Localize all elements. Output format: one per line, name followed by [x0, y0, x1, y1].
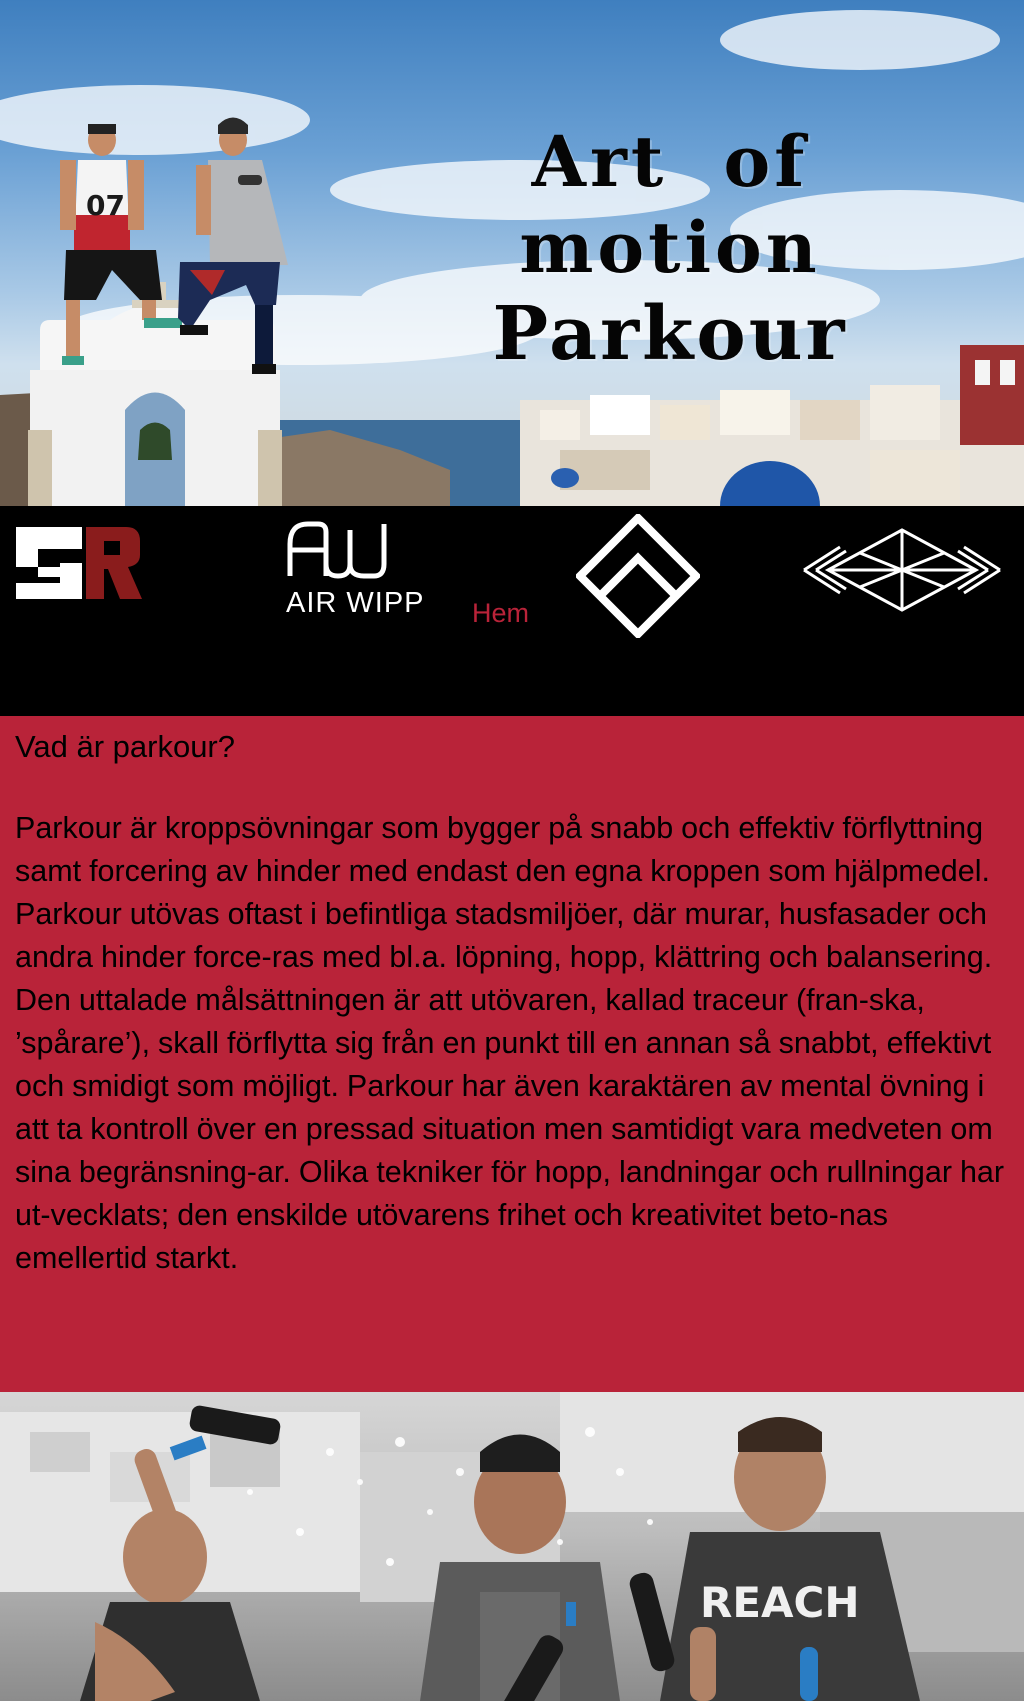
- about-heading: Vad är parkour?: [15, 729, 235, 764]
- crystal-diamond-icon: [803, 528, 1001, 612]
- site-title: Art of motion Parkour: [390, 119, 950, 377]
- diamond-outline-icon: [574, 512, 702, 640]
- air-wipp-logo-icon: [287, 521, 387, 579]
- shirt-text: REACH: [700, 1578, 860, 1627]
- site-title-line-2: Parkour: [492, 291, 848, 378]
- nav-link-home[interactable]: Hem: [472, 598, 529, 629]
- gr-logo-link[interactable]: [16, 527, 142, 604]
- gr-logo-icon: [16, 527, 142, 599]
- celebration-photo: REACH: [0, 1392, 1024, 1701]
- nav-bar: AIR WIPP Hem: [0, 506, 1024, 716]
- celebration-photo-image: REACH: [0, 1392, 1024, 1701]
- hero-banner: 07 Art of motion Parkour: [0, 0, 1024, 506]
- site-title-line-1: Art of motion: [519, 120, 821, 290]
- air-wipp-logo-text: AIR WIPP: [286, 587, 425, 619]
- shirt-number: 07: [86, 189, 125, 222]
- air-wipp-logo-link[interactable]: AIR WIPP: [286, 520, 426, 620]
- about-section: Vad är parkour? Parkour är kroppsövninga…: [0, 716, 1024, 1392]
- diamond-logo-link[interactable]: [574, 512, 702, 643]
- about-paragraph: Parkour är kroppsövningar som bygger på …: [15, 811, 1005, 1275]
- crystal-logo-link[interactable]: [800, 527, 1004, 618]
